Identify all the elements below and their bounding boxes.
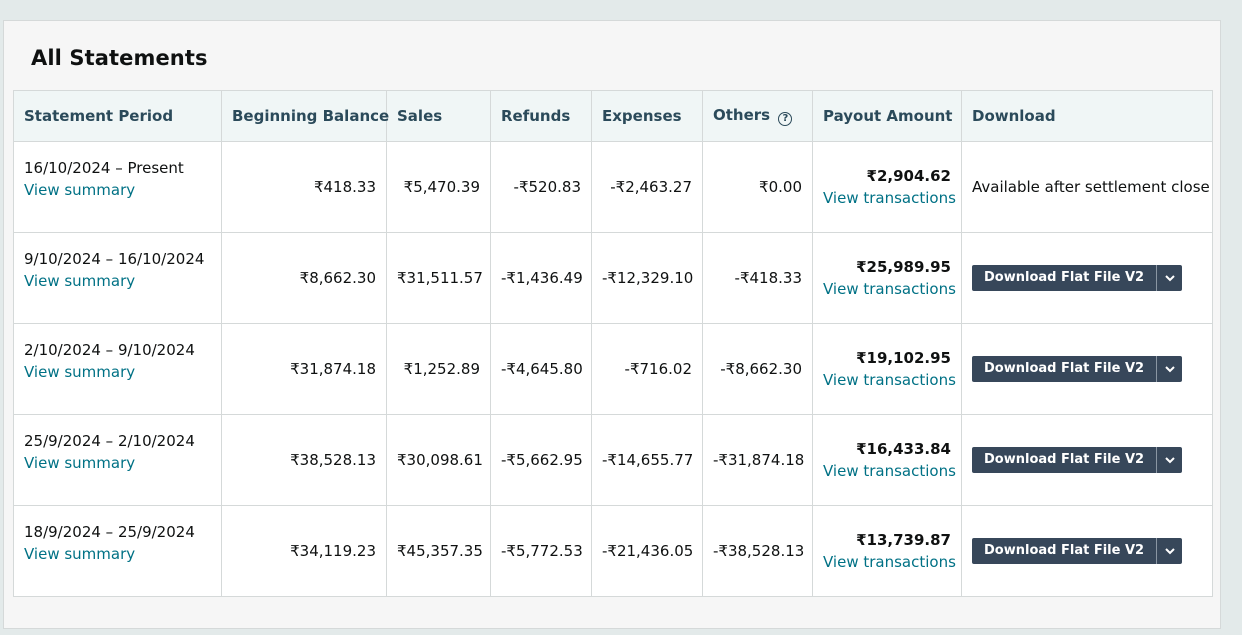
payout-amount: ₹25,989.95 (856, 258, 951, 276)
view-summary-link[interactable]: View summary (24, 270, 211, 292)
beginning-balance: ₹38,528.13 (221, 414, 387, 506)
col-expenses: Expenses (591, 90, 703, 142)
expenses-amount: -₹2,463.27 (591, 141, 703, 233)
payout-amount: ₹2,904.62 (866, 167, 951, 185)
payout-cell: ₹19,102.95 View transactions (812, 323, 962, 415)
sales-amount: ₹30,098.61 (386, 414, 491, 506)
payout-amount: ₹13,739.87 (856, 531, 951, 549)
payout-cell: ₹13,739.87 View transactions (812, 505, 962, 597)
download-button-group: Download Flat File V2 (972, 356, 1183, 382)
others-amount: -₹8,662.30 (702, 323, 813, 415)
download-flat-file-button[interactable]: Download Flat File V2 (972, 447, 1157, 473)
beginning-balance: ₹34,119.23 (221, 505, 387, 597)
expenses-amount: -₹716.02 (591, 323, 703, 415)
download-options-dropdown[interactable] (1156, 447, 1183, 473)
view-transactions-link[interactable]: View transactions (823, 551, 956, 573)
others-amount: -₹31,874.18 (702, 414, 813, 506)
statements-card: All Statements Statement Period Beginnin… (3, 20, 1221, 629)
sales-amount: ₹5,470.39 (386, 141, 491, 233)
payout-cell: ₹25,989.95 View transactions (812, 232, 962, 324)
col-payout-amount: Payout Amount (812, 90, 962, 142)
statement-period: 9/10/2024 – 16/10/2024 (24, 250, 205, 268)
others-amount: ₹0.00 (702, 141, 813, 233)
payout-amount: ₹16,433.84 (856, 440, 951, 458)
chevron-down-icon (1164, 365, 1175, 372)
download-unavailable-text: Available after settlement close (972, 178, 1210, 196)
expenses-amount: -₹21,436.05 (591, 505, 703, 597)
table-row: 18/9/2024 – 25/9/2024 View summary ₹34,1… (13, 505, 1213, 597)
payout-cell: ₹2,904.62 View transactions (812, 141, 962, 233)
others-amount: -₹38,528.13 (702, 505, 813, 597)
others-amount: -₹418.33 (702, 232, 813, 324)
refunds-amount: -₹4,645.80 (490, 323, 592, 415)
view-summary-link[interactable]: View summary (24, 179, 211, 201)
download-options-dropdown[interactable] (1156, 356, 1183, 382)
chevron-down-icon (1164, 547, 1175, 554)
view-transactions-link[interactable]: View transactions (823, 187, 956, 209)
refunds-amount: -₹520.83 (490, 141, 592, 233)
download-options-dropdown[interactable] (1156, 538, 1183, 564)
statement-period-cell: 2/10/2024 – 9/10/2024 View summary (13, 323, 222, 415)
view-transactions-link[interactable]: View transactions (823, 460, 956, 482)
sales-amount: ₹1,252.89 (386, 323, 491, 415)
info-icon[interactable]: ? (778, 111, 793, 126)
sales-amount: ₹45,357.35 (386, 505, 491, 597)
col-statement-period: Statement Period (13, 90, 222, 142)
chevron-down-icon (1164, 456, 1175, 463)
download-flat-file-button[interactable]: Download Flat File V2 (972, 538, 1157, 564)
table-header-row: Statement Period Beginning Balance Sales… (13, 90, 1213, 142)
chevron-down-icon (1164, 274, 1175, 281)
payout-cell: ₹16,433.84 View transactions (812, 414, 962, 506)
download-button-group: Download Flat File V2 (972, 265, 1183, 291)
view-transactions-link[interactable]: View transactions (823, 369, 956, 391)
download-flat-file-button[interactable]: Download Flat File V2 (972, 265, 1157, 291)
table-row: 25/9/2024 – 2/10/2024 View summary ₹38,5… (13, 414, 1213, 506)
payout-amount: ₹19,102.95 (856, 349, 951, 367)
download-cell: Download Flat File V2 (961, 505, 1213, 597)
col-sales: Sales (386, 90, 491, 142)
statements-panel: All Statements Statement Period Beginnin… (13, 29, 1213, 615)
download-cell: Download Flat File V2 (961, 232, 1213, 324)
refunds-amount: -₹1,436.49 (490, 232, 592, 324)
col-beginning-balance: Beginning Balance (221, 90, 389, 142)
statements-table: Statement Period Beginning Balance Sales… (13, 90, 1213, 597)
table-row: 9/10/2024 – 16/10/2024 View summary ₹8,6… (13, 232, 1213, 324)
sales-amount: ₹31,511.57 (386, 232, 491, 324)
download-options-dropdown[interactable] (1156, 265, 1183, 291)
statement-period: 16/10/2024 – Present (24, 159, 184, 177)
col-others: Others ? (702, 90, 813, 142)
view-summary-link[interactable]: View summary (24, 361, 211, 383)
expenses-amount: -₹14,655.77 (591, 414, 703, 506)
download-button-group: Download Flat File V2 (972, 447, 1183, 473)
table-row: 16/10/2024 – Present View summary ₹418.3… (13, 141, 1213, 233)
beginning-balance: ₹418.33 (221, 141, 387, 233)
refunds-amount: -₹5,772.53 (490, 505, 592, 597)
refunds-amount: -₹5,662.95 (490, 414, 592, 506)
download-cell: Available after settlement close (961, 141, 1213, 233)
view-summary-link[interactable]: View summary (24, 452, 211, 474)
statement-period: 2/10/2024 – 9/10/2024 (24, 341, 195, 359)
table-row: 2/10/2024 – 9/10/2024 View summary ₹31,8… (13, 323, 1213, 415)
page-title: All Statements (31, 46, 208, 70)
download-cell: Download Flat File V2 (961, 414, 1213, 506)
statement-period-cell: 25/9/2024 – 2/10/2024 View summary (13, 414, 222, 506)
statement-period: 25/9/2024 – 2/10/2024 (24, 432, 195, 450)
view-transactions-link[interactable]: View transactions (823, 278, 956, 300)
beginning-balance: ₹31,874.18 (221, 323, 387, 415)
col-refunds: Refunds (490, 90, 592, 142)
statement-period: 18/9/2024 – 25/9/2024 (24, 523, 195, 541)
col-download: Download (961, 90, 1213, 142)
download-cell: Download Flat File V2 (961, 323, 1213, 415)
beginning-balance: ₹8,662.30 (221, 232, 387, 324)
statement-period-cell: 18/9/2024 – 25/9/2024 View summary (13, 505, 222, 597)
view-summary-link[interactable]: View summary (24, 543, 211, 565)
download-flat-file-button[interactable]: Download Flat File V2 (972, 356, 1157, 382)
statement-period-cell: 9/10/2024 – 16/10/2024 View summary (13, 232, 222, 324)
statement-period-cell: 16/10/2024 – Present View summary (13, 141, 222, 233)
expenses-amount: -₹12,329.10 (591, 232, 703, 324)
col-others-label: Others (713, 106, 771, 125)
download-button-group: Download Flat File V2 (972, 538, 1183, 564)
